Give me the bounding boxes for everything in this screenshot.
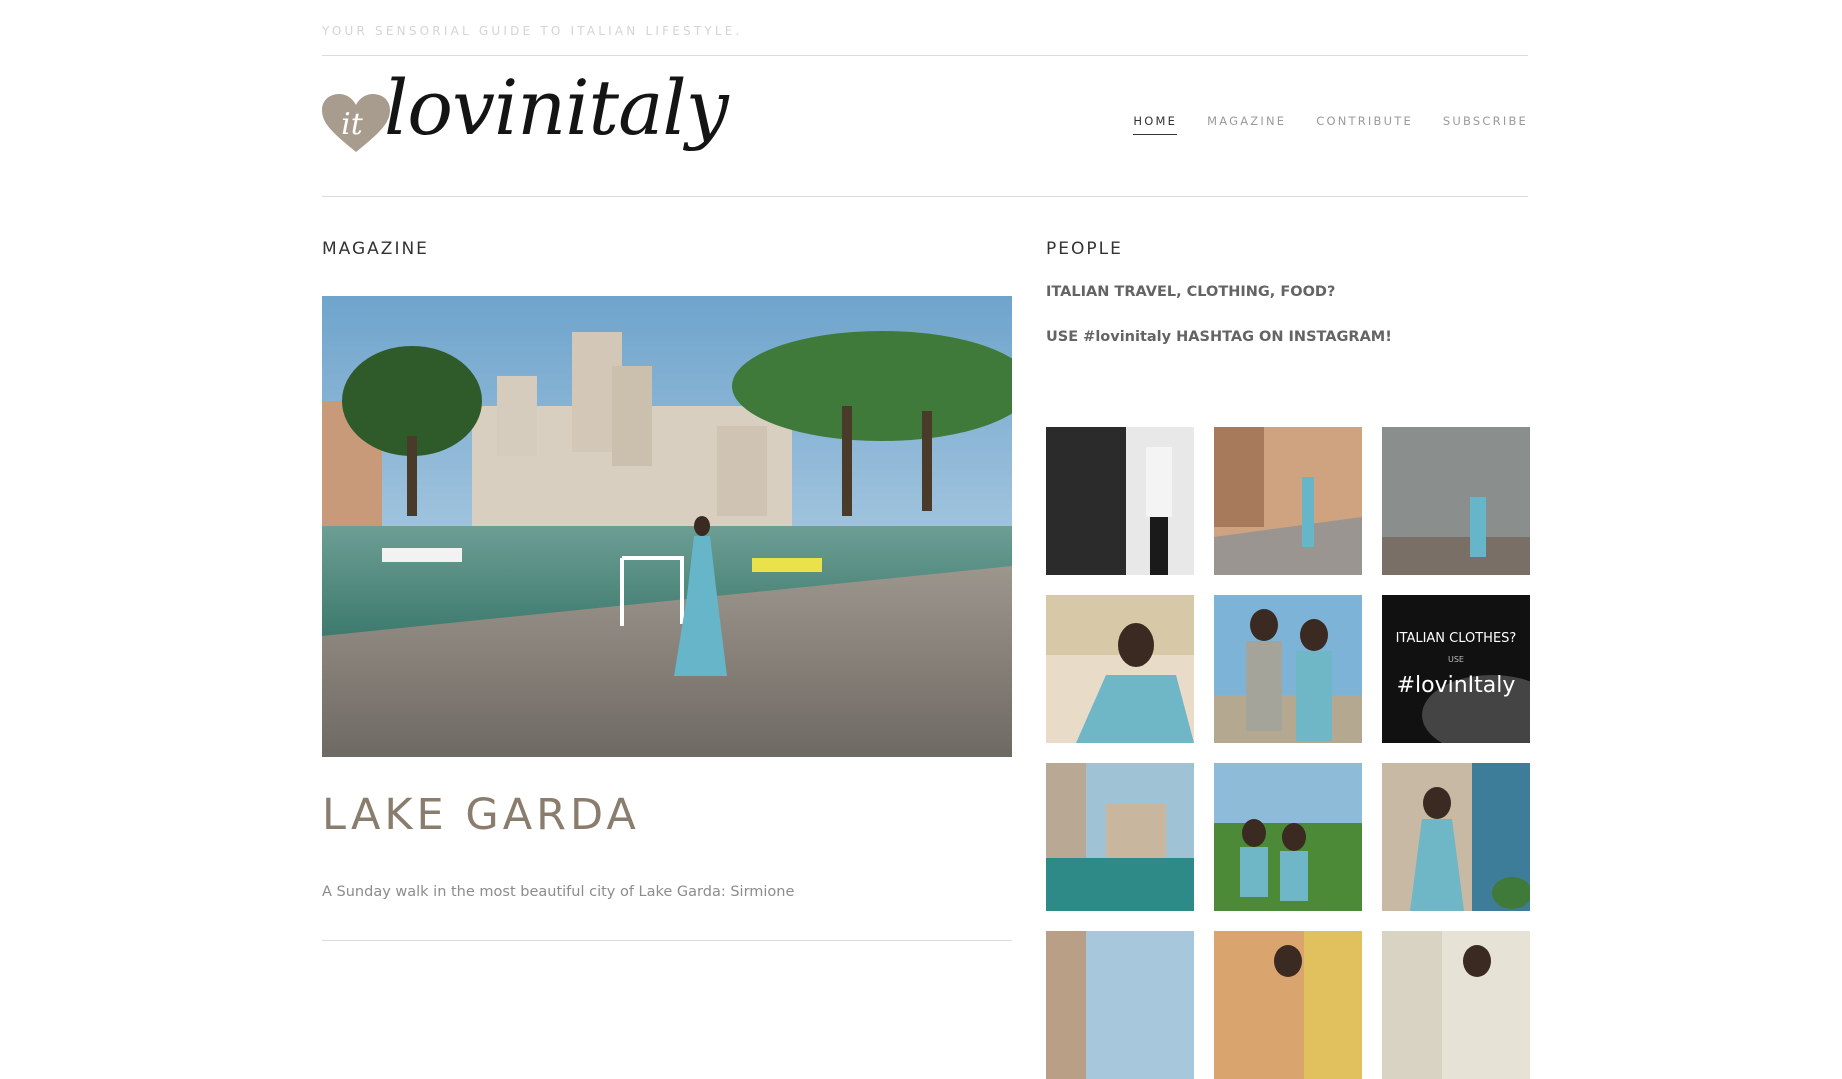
nav-magazine[interactable]: MAGAZINE	[1207, 114, 1286, 135]
article-title[interactable]: LAKE GARDA	[322, 790, 640, 840]
heart-icon: it	[322, 94, 390, 152]
site-tagline: YOUR SENSORIAL GUIDE TO ITALIAN LIFESTYL…	[322, 24, 743, 38]
instagram-photo[interactable]	[1382, 931, 1530, 1079]
promo-line-1: ITALIAN CLOTHES?	[1395, 631, 1517, 646]
article-divider	[322, 940, 1012, 941]
header-bottom-divider	[322, 196, 1528, 197]
people-tagline-1: ITALIAN TRAVEL, CLOTHING, FOOD?	[1046, 284, 1336, 300]
instagram-photo[interactable]	[1046, 931, 1194, 1079]
article-hero-image[interactable]	[322, 296, 1012, 757]
nav-contribute[interactable]: CONTRIBUTE	[1316, 114, 1413, 135]
promo-line-2: USE	[1448, 655, 1464, 664]
people-section-title: PEOPLE	[1046, 239, 1123, 259]
instagram-photo[interactable]	[1214, 763, 1362, 911]
nav-home[interactable]: HOME	[1133, 114, 1178, 135]
instagram-photo[interactable]	[1214, 931, 1362, 1079]
nav-subscribe[interactable]: SUBSCRIBE	[1443, 114, 1528, 135]
instagram-photo[interactable]	[1046, 763, 1194, 911]
svg-text:it: it	[341, 107, 364, 142]
instagram-photo[interactable]	[1214, 595, 1362, 743]
instagram-photo[interactable]	[1046, 427, 1194, 575]
instagram-photo[interactable]	[1382, 763, 1530, 911]
magazine-section-title: MAGAZINE	[322, 239, 429, 259]
people-tagline-2: USE #lovinitaly HASHTAG ON INSTAGRAM!	[1046, 329, 1392, 345]
site-logo[interactable]: it lovinitaly	[322, 70, 729, 180]
main-nav: HOME MAGAZINE CONTRIBUTE SUBSCRIBE	[1133, 114, 1528, 135]
page-container: YOUR SENSORIAL GUIDE TO ITALIAN LIFESTYL…	[322, 0, 1530, 1079]
header-top-divider	[322, 55, 1528, 56]
instagram-photo[interactable]	[1382, 427, 1530, 575]
instagram-photo[interactable]	[1046, 595, 1194, 743]
instagram-photo[interactable]	[1214, 427, 1362, 575]
logo-wordmark: lovinitaly	[384, 63, 729, 152]
instagram-promo-tile[interactable]: ITALIAN CLOTHES? USE #lovinItaly	[1382, 595, 1530, 743]
promo-hashtag: #lovinItaly	[1396, 673, 1516, 698]
article-excerpt: A Sunday walk in the most beautiful city…	[322, 884, 795, 900]
